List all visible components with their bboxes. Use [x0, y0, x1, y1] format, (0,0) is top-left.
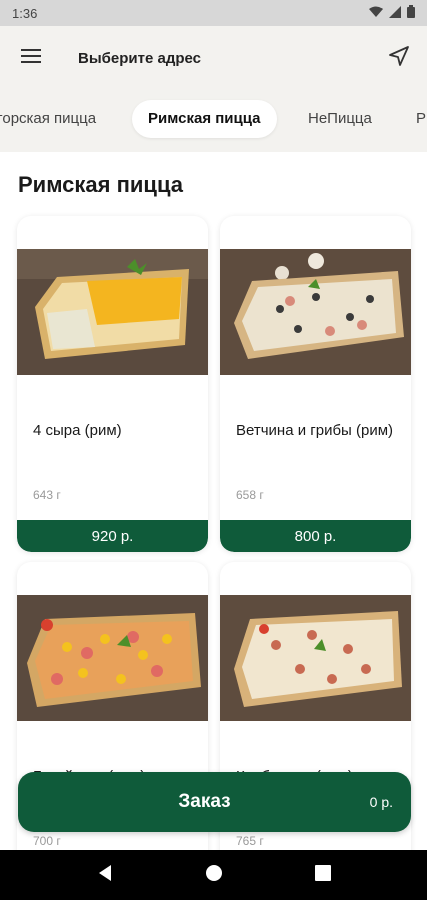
signal-icon — [389, 5, 401, 21]
add-to-cart-button[interactable]: 920 р. — [17, 520, 208, 552]
section-title: Римская пицца — [18, 172, 183, 197]
product-card[interactable]: 4 сыра (рим) 643 г 920 р. — [17, 216, 208, 552]
product-card[interactable]: Ветчина и грибы (рим) 658 г 800 р. — [220, 216, 411, 552]
address-selector[interactable]: Выберите адрес — [62, 50, 371, 67]
product-image — [220, 595, 411, 721]
navigation-arrow-icon — [388, 45, 410, 72]
back-icon — [97, 864, 113, 887]
status-time: 1:36 — [12, 5, 38, 21]
product-weight: 658 г — [236, 488, 264, 502]
product-name: Ветчина и грибы (рим) — [236, 422, 394, 439]
status-icons — [369, 5, 415, 21]
product-weight: 765 г — [236, 834, 264, 848]
home-icon — [205, 864, 223, 887]
recents-icon — [314, 864, 331, 886]
add-to-cart-button[interactable]: 800 р. — [220, 520, 411, 552]
product-image — [17, 249, 208, 375]
order-button[interactable]: Заказ 0 р. — [18, 772, 411, 832]
battery-icon — [407, 5, 415, 21]
home-button[interactable] — [194, 855, 234, 895]
order-total: 0 р. — [369, 794, 393, 810]
menu-button[interactable] — [0, 26, 62, 90]
status-bar: 1:36 — [0, 0, 427, 26]
product-weight: 700 г — [33, 834, 61, 848]
order-label: Заказ — [178, 791, 231, 812]
category-tabs: Авторская пицца Римская пицца НеПицца Р — [0, 98, 427, 142]
tab-author-pizza[interactable]: Авторская пицца — [0, 100, 96, 138]
locate-button[interactable] — [371, 26, 427, 90]
recents-button[interactable] — [303, 855, 343, 895]
menu-icon — [21, 48, 41, 69]
product-image — [17, 595, 208, 721]
tab-not-pizza[interactable]: НеПицца — [308, 100, 372, 138]
system-nav-bar — [0, 850, 427, 900]
product-weight: 643 г — [33, 488, 61, 502]
app-bar: Выберите адрес — [0, 26, 427, 90]
product-list: Римская пицца 4 сыра (рим) 643 г 920 р. — [0, 152, 427, 850]
back-button[interactable] — [85, 855, 125, 895]
tab-next-category[interactable]: Р — [416, 100, 426, 138]
product-image — [220, 249, 411, 375]
wifi-icon — [369, 6, 383, 21]
product-name: 4 сыра (рим) — [33, 422, 122, 439]
tab-roman-pizza[interactable]: Римская пицца — [132, 100, 277, 138]
